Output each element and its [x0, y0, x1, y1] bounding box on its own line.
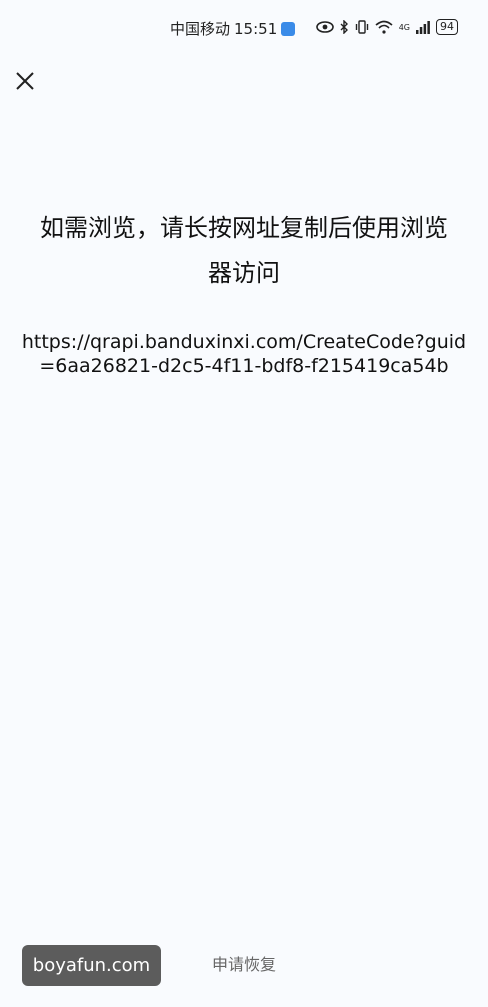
page: 中国移动 15:51 4G 94 如需浏览，请长按网址复制后使用浏览器访问 ht… [0, 0, 488, 1007]
wifi-icon [375, 20, 393, 34]
watermark: boyafun.com [22, 945, 161, 986]
network-label: 4G [398, 22, 410, 32]
battery-level: 94 [440, 20, 454, 33]
bluetooth-icon [340, 20, 348, 34]
eye-icon [315, 21, 334, 33]
status-left: 中国移动 15:51 [170, 18, 296, 39]
close-icon [16, 72, 34, 90]
time-label: 15:51 [234, 19, 278, 38]
vibrate-icon [355, 20, 368, 34]
battery-indicator: 94 [436, 19, 458, 35]
status-right: 4G 94 [315, 19, 458, 35]
recover-button[interactable]: 申请恢复 [190, 953, 298, 977]
status-bar: 中国移动 15:51 4G 94 [0, 0, 488, 58]
instruction-title: 如需浏览，请长按网址复制后使用浏览器访问 [40, 214, 448, 287]
app-notification-icon [281, 21, 296, 36]
signal-icon [416, 20, 430, 34]
close-button[interactable] [12, 68, 38, 94]
url-text[interactable]: https://qrapi.banduxinxi.com/CreateCode?… [20, 330, 468, 378]
carrier-label: 中国移动 [170, 20, 231, 38]
